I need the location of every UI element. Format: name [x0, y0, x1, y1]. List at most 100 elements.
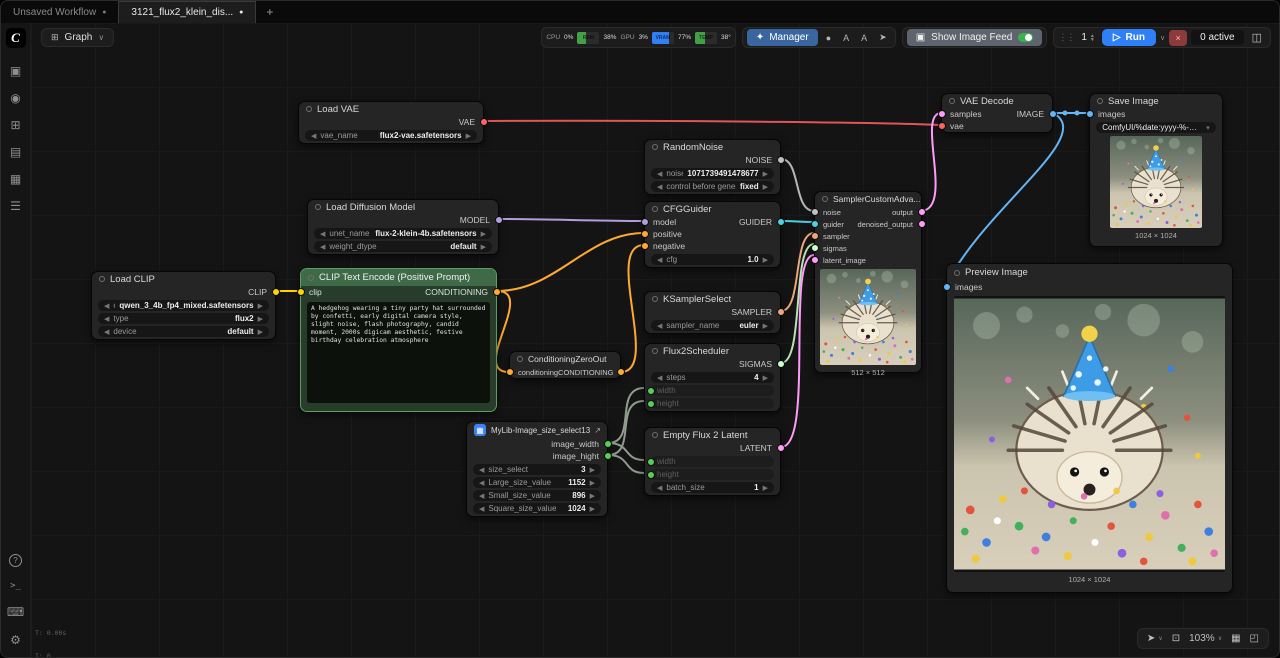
collapse-icon[interactable] [822, 196, 828, 202]
collapse-icon[interactable] [652, 206, 658, 212]
collapse-icon[interactable] [652, 296, 658, 302]
widget-filename-prefix[interactable]: ComfyUI/%date:yyyy-%-%date:M▾ [1096, 122, 1216, 133]
slot-noise-output[interactable] [777, 156, 785, 164]
widget-sampler-name[interactable]: ◀sampler_nameeuler▶ [651, 320, 774, 331]
node-load-clip[interactable]: Load CLIP CLIP ◀clip_nameqwen_3_4b_fp4_m… [91, 271, 276, 340]
workflows-icon[interactable]: ▣ [6, 64, 26, 78]
stop-button[interactable]: × [1169, 30, 1187, 46]
widget-steps[interactable]: ◀steps4▶ [651, 372, 774, 383]
node-vae-decode[interactable]: VAE Decode samplesIMAGE vae [941, 93, 1053, 133]
slot-guider-output[interactable] [777, 218, 785, 226]
widget-square-size[interactable]: ◀Square_size_value1024▶ [473, 503, 601, 514]
star-icon[interactable]: ● [822, 33, 835, 43]
node-preview-image[interactable]: Preview Image images 1024 × 1024 [946, 263, 1233, 593]
slot-vae-output[interactable] [480, 118, 488, 126]
node-sampler-custom-advanced[interactable]: SamplerCustomAdva... noiseoutput guiderd… [814, 191, 922, 373]
pointer-tool-button[interactable]: ➤∨ [1147, 633, 1163, 644]
widget-clip-name[interactable]: ◀clip_nameqwen_3_4b_fp4_mixed.safetensor… [98, 300, 269, 311]
collapse-icon[interactable] [99, 276, 105, 282]
preview-image-display[interactable] [954, 296, 1225, 572]
slot-sampler-input[interactable] [811, 232, 819, 240]
collapse-icon[interactable] [652, 432, 658, 438]
slot-sigmas-input[interactable] [811, 244, 819, 252]
slot-image-hight-output[interactable] [604, 452, 612, 460]
run-options-chevron-icon[interactable]: ∨ [1160, 34, 1165, 42]
widget-width-input[interactable]: width [651, 456, 774, 467]
unsaved-dot-icon[interactable]: ● [239, 9, 243, 16]
slot-positive-input[interactable] [641, 230, 649, 238]
slot-width-input[interactable] [647, 458, 655, 466]
widget-height-input[interactable]: height [651, 398, 774, 409]
saved-image-thumbnail[interactable] [1110, 136, 1202, 228]
slot-clip-output[interactable] [272, 288, 280, 296]
slot-model-input[interactable] [641, 218, 649, 226]
collapse-icon[interactable] [1097, 98, 1103, 104]
collapse-icon[interactable] [306, 106, 312, 112]
widget-weight-dtype[interactable]: ◀weight_dtypedefault▶ [314, 241, 492, 252]
slot-output-output[interactable] [918, 208, 926, 216]
badge-a-icon[interactable]: A [839, 33, 853, 43]
slot-guider-input[interactable] [811, 220, 819, 228]
terminal-icon[interactable]: >_ [6, 581, 26, 591]
minimap-toggle-button[interactable]: ◰ [1250, 633, 1259, 644]
templates-icon[interactable]: ▦ [6, 172, 26, 186]
slot-width-input[interactable] [647, 387, 655, 395]
node-cfg-guider[interactable]: CFGGuider modelGUIDER positive negative … [644, 201, 781, 268]
share-icon[interactable]: ➤ [875, 32, 891, 43]
node-load-diffusion-model[interactable]: Load Diffusion Model MODEL ◀unet_nameflu… [307, 199, 499, 255]
run-button[interactable]: ▷ Run [1102, 29, 1156, 46]
slot-image-output[interactable] [1049, 110, 1057, 118]
manager-button[interactable]: ✦ Manager [747, 29, 818, 46]
slot-conditioning-input[interactable] [506, 368, 514, 376]
tab-unsaved-workflow[interactable]: Unsaved Workflow ● [1, 1, 118, 23]
node-save-image[interactable]: Save Image images ComfyUI/%date:yyyy-%-%… [1089, 93, 1223, 247]
widget-device[interactable]: ◀devicedefault▶ [98, 326, 269, 337]
collapse-icon[interactable] [949, 98, 955, 104]
widget-large-size[interactable]: ◀Large_size_value1152▶ [473, 477, 601, 488]
widget-type[interactable]: ◀typeflux2▶ [98, 313, 269, 324]
slot-negative-input[interactable] [641, 242, 649, 250]
slot-model-output[interactable] [495, 216, 503, 224]
slot-clip-input[interactable] [297, 288, 305, 296]
slot-latent-image-input[interactable] [811, 256, 819, 264]
shortcuts-icon[interactable]: ⌨ [6, 605, 26, 619]
fit-view-button[interactable]: ⊡ [1172, 633, 1180, 644]
widget-unet-name[interactable]: ◀unet_nameflux-2-klein-4b.safetensors▶ [314, 228, 492, 239]
image-feed-toggle[interactable] [1018, 33, 1033, 42]
collapse-icon[interactable] [652, 348, 658, 354]
slot-latent-output[interactable] [777, 444, 785, 452]
queue-icon[interactable]: ☰ [6, 199, 26, 213]
collapse-icon[interactable] [954, 270, 960, 276]
widget-noise-seed[interactable]: ◀noise_seed1071739491478677▶ [651, 168, 774, 179]
widget-cfg[interactable]: ◀cfg1.0▶ [651, 254, 774, 265]
node-conditioning-zero-out[interactable]: ConditioningZeroOut conditioningCONDITIO… [509, 351, 621, 379]
show-image-feed-button[interactable]: ▣ Show Image Feed [907, 29, 1043, 46]
zoom-level-control[interactable]: 103%∨ [1189, 633, 1222, 644]
collapse-icon[interactable] [652, 144, 658, 150]
widget-batch-size[interactable]: ◀batch_size1▶ [651, 482, 774, 493]
badge-b-icon[interactable]: A [857, 33, 871, 43]
prompt-text-area[interactable]: A hedgehog wearing a tiny party hat surr… [307, 302, 490, 403]
node-random-noise[interactable]: RandomNoise NOISE ◀noise_seed10717394914… [644, 139, 781, 195]
widget-width-input[interactable]: width [651, 385, 774, 396]
model-library-icon[interactable]: ▤ [6, 145, 26, 159]
grid-toggle-button[interactable]: ▦ [1231, 633, 1240, 644]
node-empty-flux2-latent[interactable]: Empty Flux 2 Latent LATENT width height … [644, 427, 781, 496]
tab-flux2-klein[interactable]: 3121_flux2_klein_dis... ● [118, 1, 256, 23]
settings-gear-icon[interactable]: ⚙ [6, 633, 26, 647]
slot-height-input[interactable] [647, 400, 655, 408]
node-image-size-select[interactable]: ▦MyLib-Image_size_select13 ↗ image_width… [466, 421, 608, 517]
collapse-icon[interactable] [315, 204, 321, 210]
slot-conditioning-output[interactable] [493, 288, 501, 296]
help-icon[interactable]: ? [9, 554, 22, 567]
slot-sigmas-output[interactable] [777, 360, 785, 368]
collapse-icon[interactable] [308, 275, 314, 281]
node-library-icon[interactable]: ⊞ [6, 118, 26, 132]
slot-images-input[interactable] [943, 283, 951, 291]
assets-icon[interactable]: ◉ [6, 91, 26, 105]
slot-images-input[interactable] [1086, 110, 1094, 118]
node-clip-text-encode[interactable]: CLIP Text Encode (Positive Prompt) clipC… [300, 268, 497, 412]
slot-denoised-output[interactable] [918, 220, 926, 228]
graph-breadcrumb[interactable]: ⊞ Graph ∨ [41, 28, 114, 47]
node-ksampler-select[interactable]: KSamplerSelect SAMPLER ◀sampler_nameeule… [644, 291, 781, 334]
